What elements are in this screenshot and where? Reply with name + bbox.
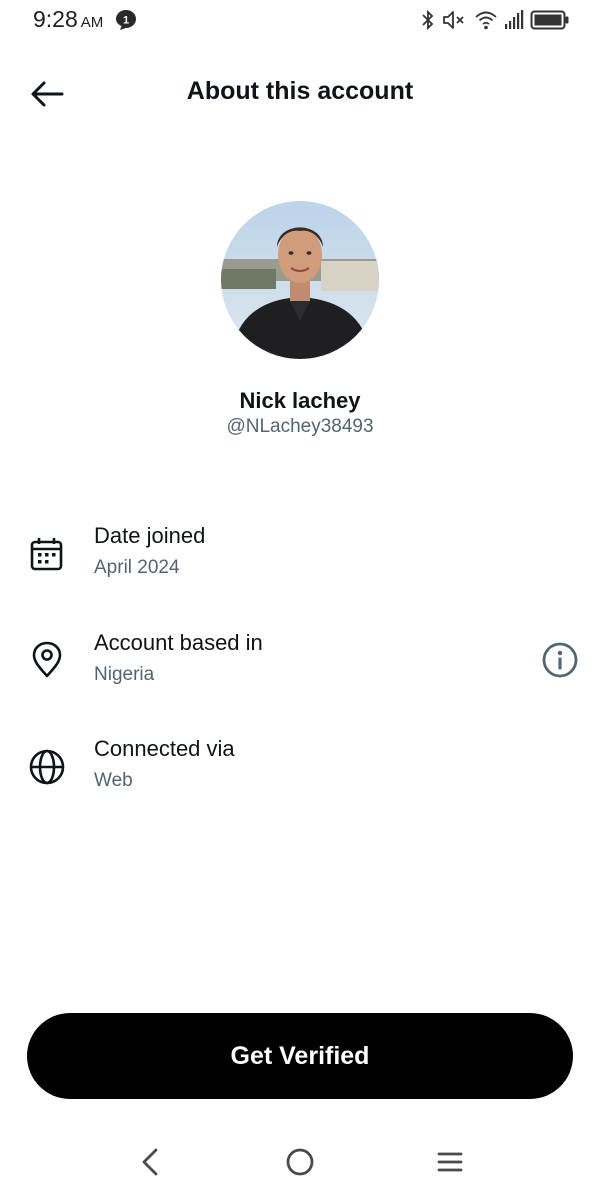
status-time: 9:28 AM <box>33 6 103 33</box>
signal-icon <box>505 10 524 29</box>
profile-handle: @NLachey38493 <box>226 416 374 437</box>
status-time-value: 9:28 <box>33 6 78 32</box>
notification-count: 1 <box>123 15 129 27</box>
mute-icon <box>443 11 464 29</box>
notification-badge: 1 <box>115 9 137 30</box>
calendar-icon <box>28 535 66 573</box>
globe-icon <box>28 748 66 786</box>
profile-name: Nick lachey <box>239 388 361 413</box>
battery-icon <box>530 10 569 30</box>
status-time-ampm: AM <box>80 14 104 31</box>
page-title: About this account <box>186 77 414 105</box>
info-row-date-joined: Date joined April 2024 <box>0 523 600 603</box>
info-label: Date joined <box>94 523 206 548</box>
home-nav-icon[interactable] <box>280 1142 320 1182</box>
get-verified-button[interactable]: Get Verified <box>27 1013 573 1099</box>
bluetooth-icon <box>422 9 434 31</box>
system-nav-bar <box>0 1128 600 1192</box>
avatar <box>221 201 379 359</box>
status-bar: 9:28 AM 1 <box>0 0 600 42</box>
location-pin-icon <box>28 641 66 679</box>
info-row-account-based-in: Account based in Nigeria <box>0 630 600 710</box>
info-value: Web <box>94 770 133 791</box>
info-value: Nigeria <box>94 664 155 685</box>
info-value: April 2024 <box>94 557 180 578</box>
menu-nav-icon[interactable] <box>430 1142 470 1182</box>
info-label: Account based in <box>94 630 263 655</box>
back-nav-icon[interactable] <box>130 1142 170 1182</box>
info-row-connected-via: Connected via Web <box>0 736 600 816</box>
wifi-icon <box>475 11 497 30</box>
info-icon[interactable] <box>541 641 579 679</box>
info-label: Connected via <box>94 736 235 761</box>
